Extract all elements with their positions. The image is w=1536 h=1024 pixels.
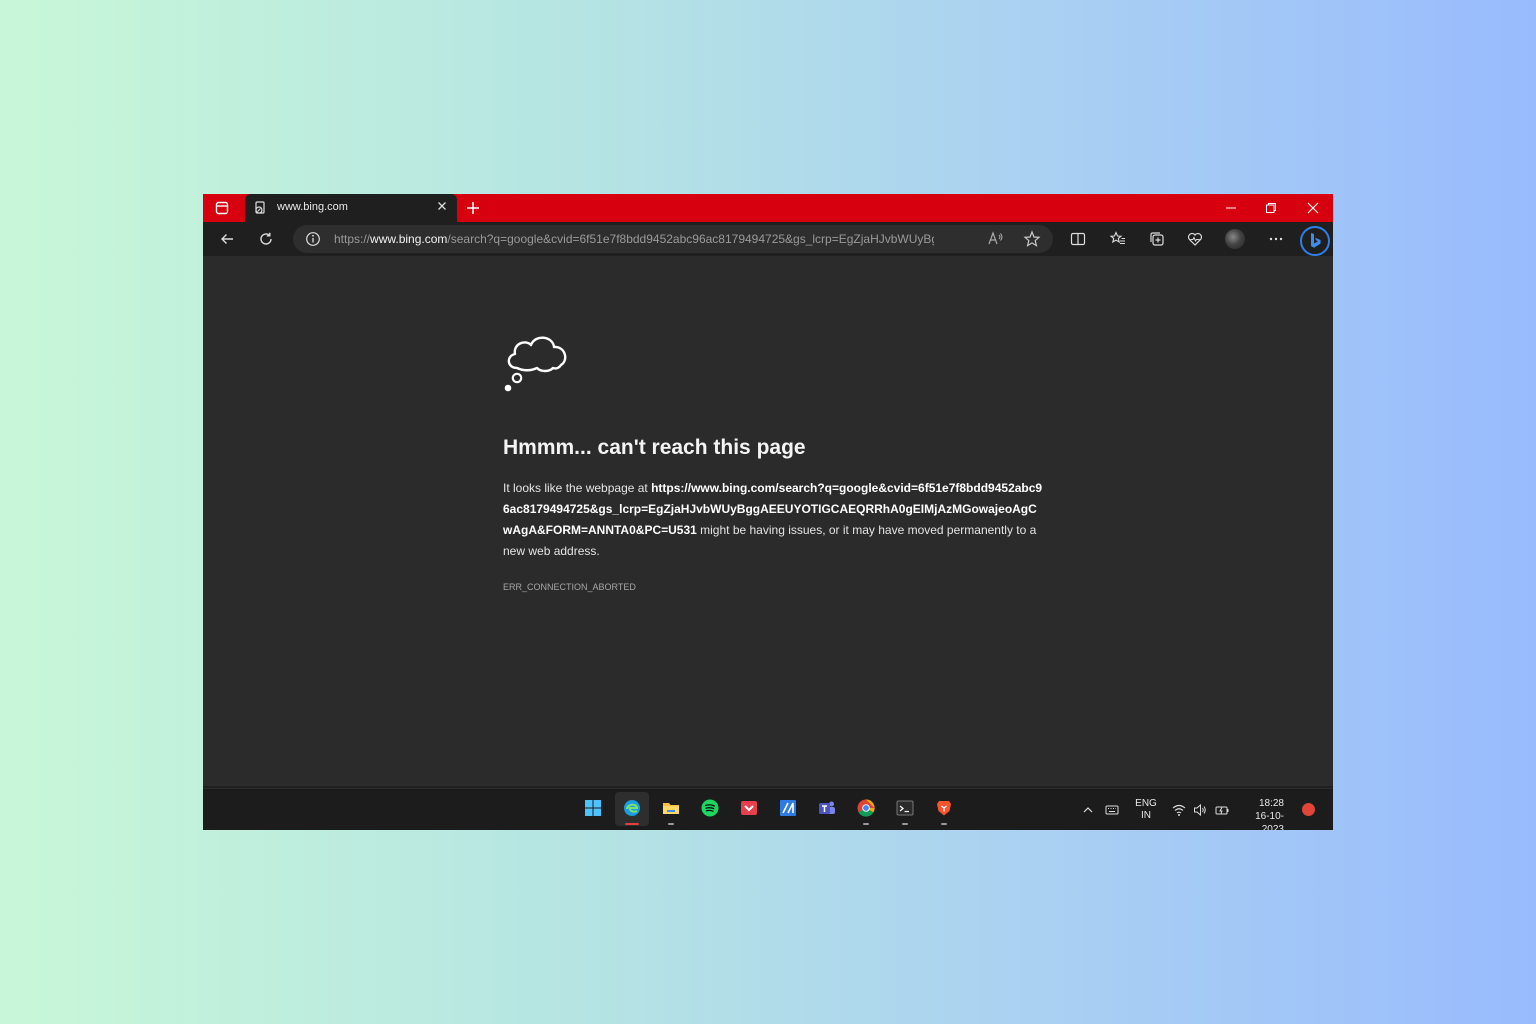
taskbar-visual-studio[interactable] [771, 792, 805, 826]
close-tab-icon[interactable] [435, 199, 449, 213]
taskbar-spotify[interactable] [693, 792, 727, 826]
browser-window: www.bing.com https://www.bing.com/search… [203, 194, 1333, 830]
url-host: www.bing.com [370, 232, 448, 246]
browser-essentials-button[interactable] [1183, 228, 1207, 250]
keyboard-icon[interactable] [1105, 803, 1119, 817]
tab-actions-icon[interactable] [215, 201, 229, 215]
taskbar-pocket[interactable] [732, 792, 766, 826]
favorites-button[interactable] [1106, 228, 1130, 250]
tab-bing[interactable]: www.bing.com [245, 194, 457, 222]
collections-button[interactable] [1145, 228, 1169, 250]
profile-avatar[interactable] [1225, 229, 1245, 249]
teams-icon [819, 801, 835, 814]
system-clock[interactable]: 18:28 16-10-2023 [1238, 797, 1284, 830]
chrome-icon [857, 799, 875, 817]
new-tab-icon[interactable] [465, 200, 481, 216]
read-aloud-icon[interactable] [987, 230, 1005, 248]
settings-more-button[interactable] [1264, 228, 1288, 250]
url-path: /search?q=google&cvid=6f51e7f8bdd9452abc… [447, 232, 934, 246]
back-button[interactable] [215, 228, 239, 250]
page-favicon-icon [254, 201, 268, 215]
clock-time: 18:28 [1258, 798, 1284, 809]
running-indicator [941, 823, 947, 825]
visual-studio-icon [780, 800, 796, 816]
close-window-button[interactable] [1293, 194, 1333, 222]
url-scheme: https:// [334, 232, 371, 246]
clock-date: 16-10-2023 [1255, 811, 1284, 830]
input-language[interactable]: ENG IN [1133, 798, 1159, 822]
address-url[interactable]: https://www.bing.com/search?q=google&cvi… [334, 232, 934, 246]
region-label: IN [1141, 810, 1151, 821]
error-intro-text: It looks like the webpage at [503, 481, 652, 495]
volume-icon[interactable] [1193, 803, 1207, 817]
spotify-icon [701, 799, 719, 817]
terminal-icon [896, 800, 914, 816]
edge-icon [624, 800, 640, 816]
add-favorite-icon[interactable] [1023, 230, 1041, 248]
running-indicator [863, 823, 869, 825]
address-bar[interactable]: https://www.bing.com/search?q=google&cvi… [293, 225, 1053, 253]
minimize-button[interactable] [1211, 194, 1251, 222]
active-indicator [625, 823, 639, 825]
brave-icon [937, 801, 951, 816]
error-description: It looks like the webpage at https://www… [503, 478, 1043, 562]
language-label: ENG [1135, 798, 1157, 809]
taskbar-terminal[interactable] [888, 792, 922, 826]
battery-icon[interactable] [1215, 803, 1229, 817]
error-page: Hmmm... can't reach this page It looks l… [203, 256, 1333, 786]
bing-copilot-button[interactable] [1300, 226, 1330, 256]
error-code: ERR_CONNECTION_ABORTED [503, 582, 636, 592]
notification-icon[interactable] [1302, 803, 1315, 816]
taskbar-edge[interactable] [615, 792, 649, 826]
title-bar: www.bing.com [203, 194, 1333, 222]
wifi-icon[interactable] [1172, 803, 1186, 817]
start-icon [585, 800, 601, 816]
start-button[interactable] [576, 792, 610, 826]
tab-title: www.bing.com [277, 201, 348, 213]
taskbar-brave[interactable] [927, 792, 961, 826]
pocket-icon [741, 801, 757, 815]
taskbar-file-explorer[interactable] [654, 792, 688, 826]
running-indicator [668, 823, 674, 825]
running-indicator [902, 823, 908, 825]
site-info-icon[interactable] [305, 231, 321, 247]
taskbar: ENG IN 18:28 16-10-2023 [203, 788, 1333, 830]
file-explorer-icon [663, 803, 679, 814]
refresh-button[interactable] [254, 228, 278, 250]
split-screen-button[interactable] [1066, 228, 1090, 250]
show-hidden-icons-icon[interactable] [1081, 803, 1095, 817]
thinking-cloud-icon [501, 328, 569, 394]
error-heading: Hmmm... can't reach this page [503, 436, 806, 459]
taskbar-chrome[interactable] [849, 792, 883, 826]
browser-toolbar: https://www.bing.com/search?q=google&cvi… [203, 222, 1333, 256]
taskbar-teams[interactable] [810, 792, 844, 826]
restore-button[interactable] [1251, 194, 1291, 222]
